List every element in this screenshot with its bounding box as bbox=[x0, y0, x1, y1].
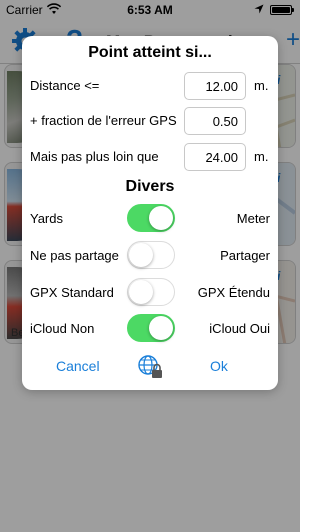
max-distance-label: Mais pas plus loin que bbox=[30, 149, 159, 164]
distance-label: Distance <= bbox=[30, 78, 100, 93]
settings-dialog: Point atteint si... Distance <= m. + fra… bbox=[22, 36, 278, 390]
distance-input[interactable] bbox=[184, 72, 246, 100]
dialog-title: Point atteint si... bbox=[88, 44, 212, 61]
section-title-divers: Divers bbox=[125, 178, 175, 195]
gpx-format-toggle[interactable] bbox=[127, 278, 175, 306]
gps-error-label: + fraction de l'erreur GPS bbox=[30, 113, 177, 128]
max-distance-unit: m. bbox=[254, 149, 269, 164]
share-toggle[interactable] bbox=[127, 241, 175, 269]
distance-unit: m. bbox=[254, 78, 269, 93]
icloud-toggle[interactable] bbox=[127, 314, 175, 342]
icloud-on-label: iCloud Oui bbox=[209, 321, 270, 336]
cancel-button[interactable]: Cancel bbox=[56, 358, 100, 374]
share-off-label: Ne pas partage bbox=[30, 248, 119, 263]
icloud-off-label: iCloud Non bbox=[30, 321, 95, 336]
units-toggle[interactable] bbox=[127, 204, 175, 232]
gpx-extended-label: GPX Étendu bbox=[197, 285, 270, 300]
globe-lock-icon[interactable] bbox=[137, 354, 163, 380]
share-on-label: Partager bbox=[220, 248, 270, 263]
ok-button[interactable]: Ok bbox=[210, 358, 228, 374]
gpx-standard-label: GPX Standard bbox=[30, 285, 114, 300]
units-meter-label: Meter bbox=[236, 211, 270, 226]
max-distance-input[interactable] bbox=[184, 143, 246, 171]
toggle-knob bbox=[129, 243, 153, 267]
toggle-knob bbox=[149, 316, 173, 340]
gps-error-input[interactable] bbox=[184, 107, 246, 135]
toggle-knob bbox=[129, 280, 153, 304]
toggle-knob bbox=[149, 206, 173, 230]
units-yards-label: Yards bbox=[30, 211, 63, 226]
